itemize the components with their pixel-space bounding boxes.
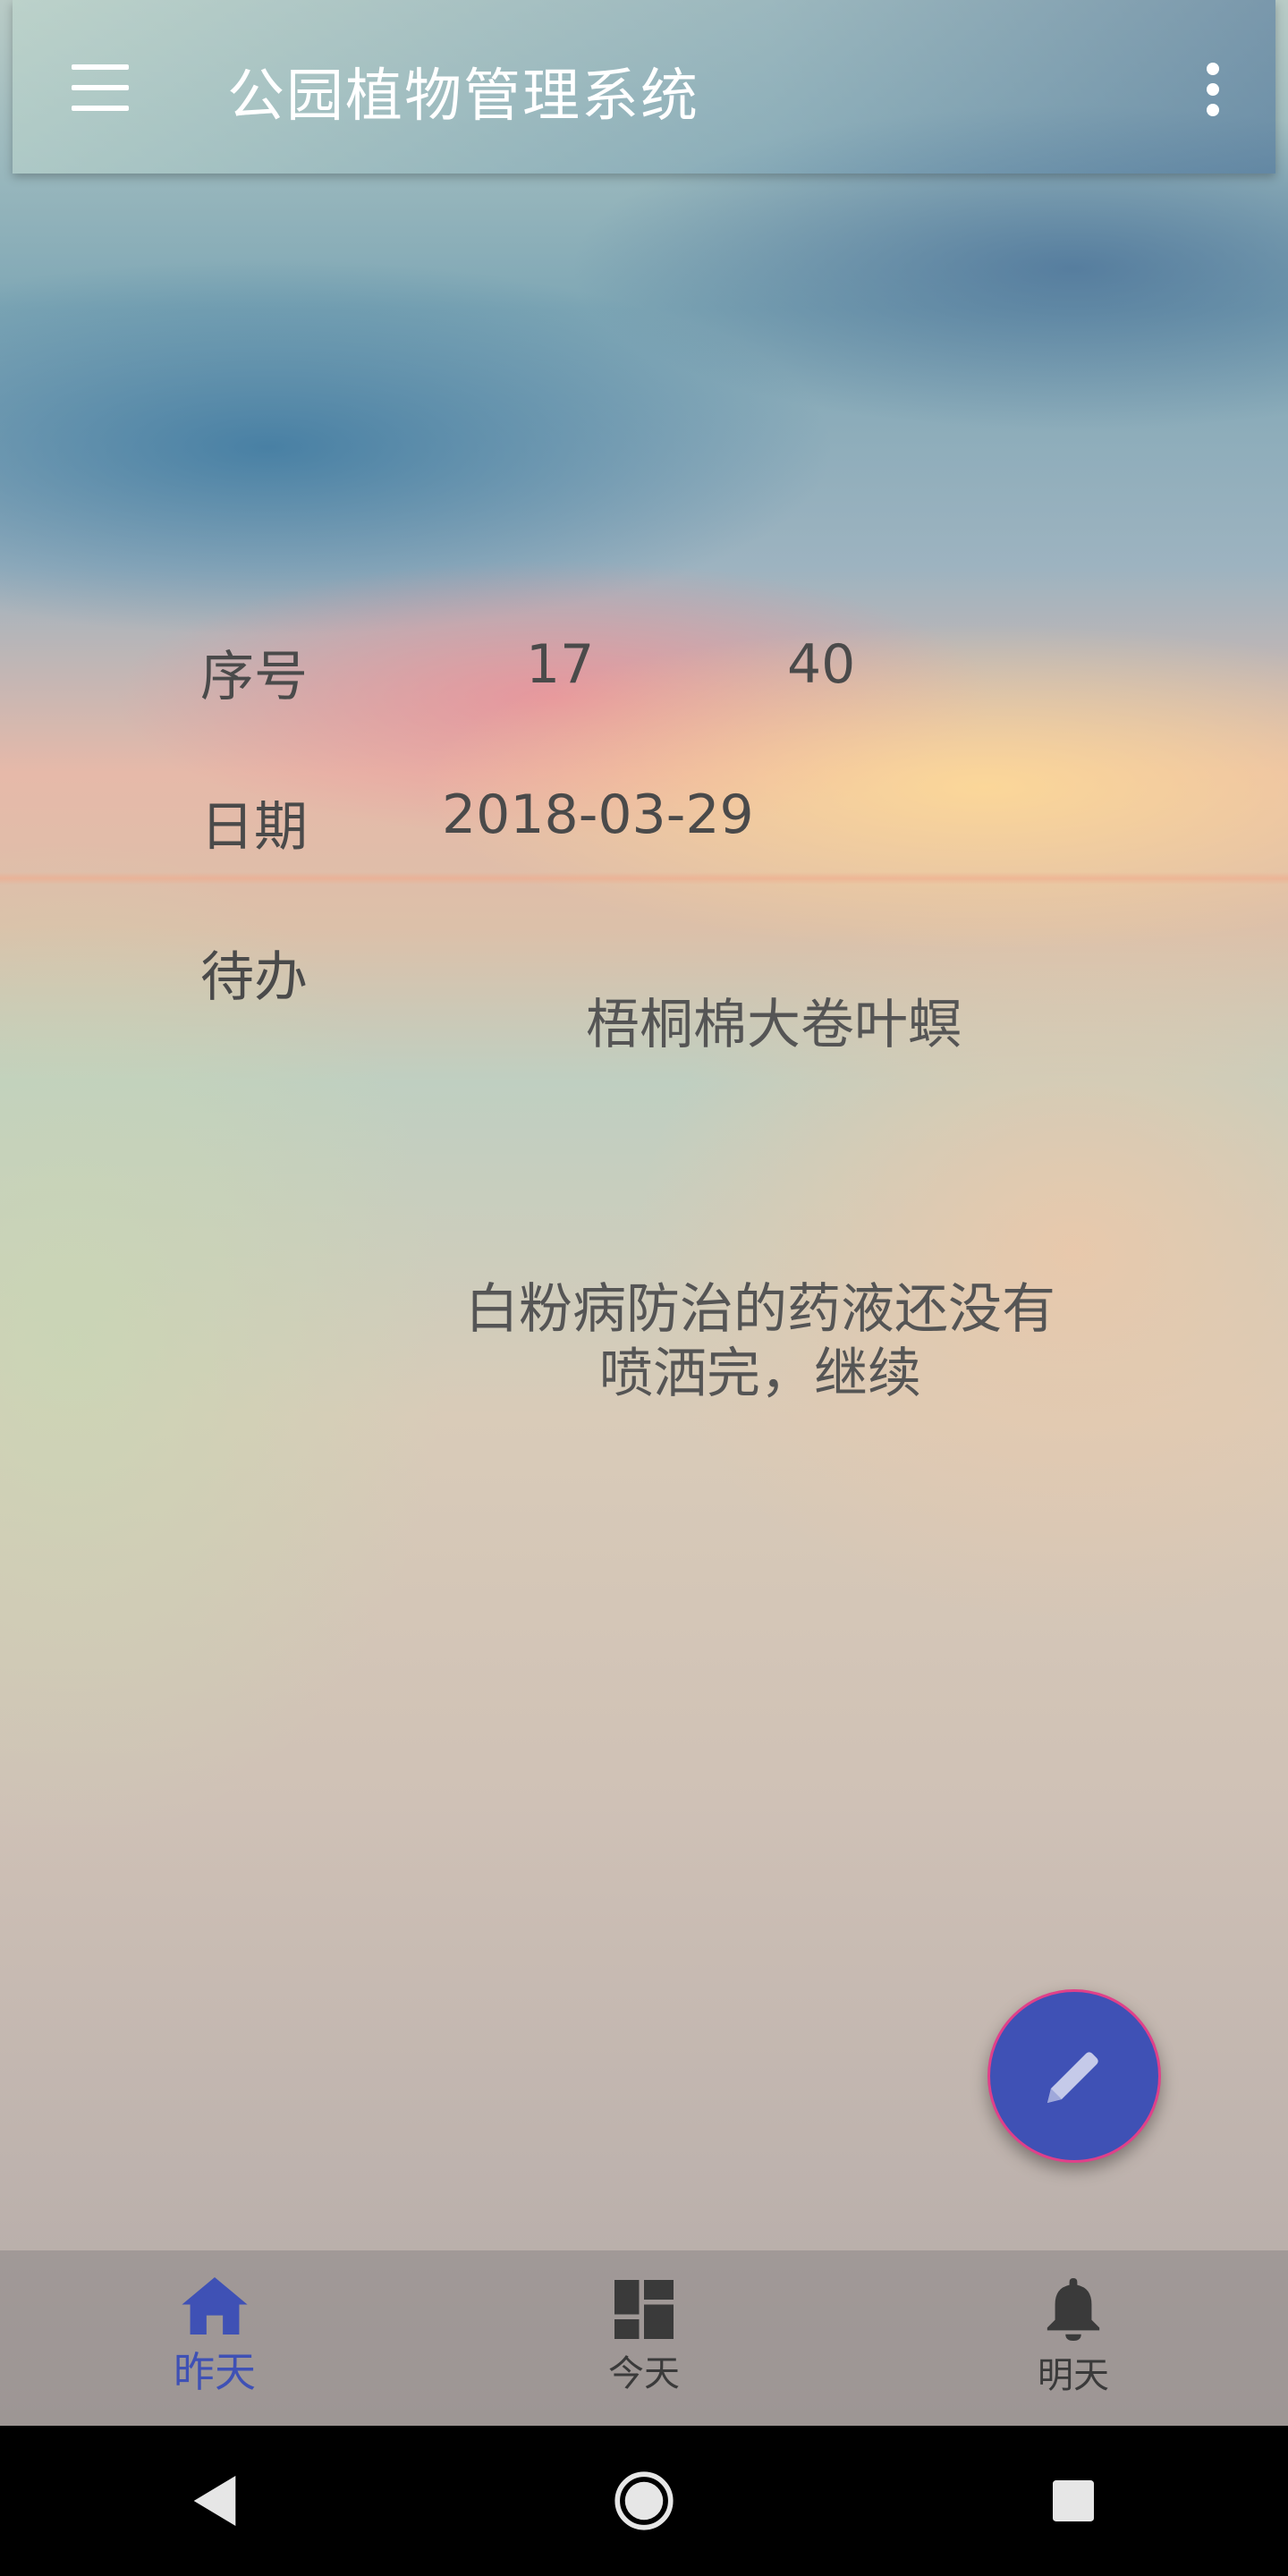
bottom-navigation: 昨天 今天 明天 <box>0 2250 1288 2426</box>
app-bar: 公园植物管理系统 <box>13 0 1275 174</box>
edit-fab-button[interactable] <box>987 1989 1161 2163</box>
todo-detail-line2: 喷洒完，继续 <box>599 1343 921 1405</box>
home-circle-icon[interactable] <box>599 2456 689 2546</box>
back-triangle-icon[interactable] <box>170 2456 259 2546</box>
todo-detail-line1: 白粉病防治的药液还没有 <box>465 1278 1055 1341</box>
nav-item-yesterday[interactable]: 昨天 <box>0 2250 429 2426</box>
date-value: 2018-03-29 <box>442 784 754 846</box>
horizon-decoration <box>0 872 1288 885</box>
bell-icon <box>1046 2278 1100 2341</box>
nav-label-today: 今天 <box>608 2353 680 2394</box>
date-label: 日期 <box>200 796 308 859</box>
app-title: 公园植物管理系统 <box>227 64 699 130</box>
nav-item-tomorrow[interactable]: 明天 <box>859 2250 1288 2426</box>
serial-value-1: 17 <box>526 633 595 696</box>
pencil-icon <box>1047 2052 1098 2103</box>
serial-label: 序号 <box>200 646 308 708</box>
serial-value-2: 40 <box>787 633 856 696</box>
app-screen: 公园植物管理系统 序号 17 40 日期 2018-03-29 待办 梧桐棉大卷… <box>0 0 1288 2576</box>
todo-label: 待办 <box>200 946 308 1009</box>
todo-title: 梧桐棉大卷叶螟 <box>586 994 962 1056</box>
nav-label-tomorrow: 明天 <box>1038 2355 1109 2396</box>
recents-square-icon[interactable] <box>1029 2456 1118 2546</box>
home-icon <box>182 2277 248 2334</box>
nav-item-today[interactable]: 今天 <box>429 2250 859 2426</box>
menu-icon[interactable] <box>57 54 143 122</box>
system-navigation-bar <box>0 2426 1288 2576</box>
more-vert-icon[interactable] <box>1186 54 1240 125</box>
dashboard-icon <box>614 2280 674 2339</box>
nav-label-yesterday: 昨天 <box>174 2348 256 2396</box>
